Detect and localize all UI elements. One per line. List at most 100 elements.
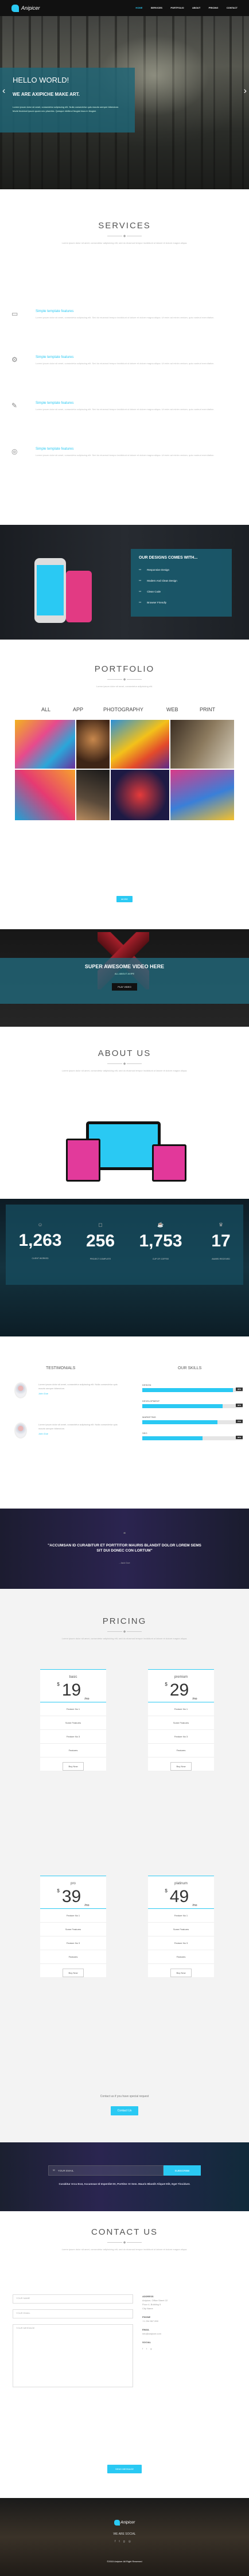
portfolio-item[interactable]: [170, 770, 234, 820]
name-field[interactable]: YOUR NAME: [13, 2294, 133, 2304]
filter-app[interactable]: APP: [73, 707, 83, 712]
portfolio-more-button[interactable]: MORE: [116, 896, 133, 902]
divider: ◆: [107, 1630, 142, 1634]
subscribe-button[interactable]: SUBSCRIBE: [164, 2165, 201, 2176]
subscribe-text: Curabitur Arcu Erat, Accumsan Id Imperdi…: [59, 2183, 190, 2185]
logo-icon[interactable]: [11, 4, 19, 12]
testimonial-name: John Doe: [38, 1392, 49, 1395]
design-section: OUR DESIGNS COMES WITH... ▭ Responsive De…: [0, 525, 249, 640]
footer-tagline: WE ARE SOCIAL: [113, 2532, 136, 2536]
check-icon: ▭: [139, 601, 142, 603]
portfolio-item[interactable]: [76, 770, 110, 820]
plan-feature: Feature No 3: [148, 1936, 214, 1950]
stat-label: CUP OF COFFEE: [152, 1258, 169, 1260]
plan-feature: Some Features: [40, 1716, 106, 1730]
quote-text: "ACCUMSAN ID CURABITUR ET PORTTITOR MAUR…: [48, 1544, 201, 1553]
service-text: Lorem ipsum dolor sit amet, consectetur …: [36, 454, 215, 457]
filter-print[interactable]: PRINT: [200, 707, 215, 712]
plan-features: Feature No 1 Some Features Feature No 3 …: [148, 1702, 214, 1757]
portfolio-item[interactable]: [15, 770, 75, 820]
portfolio-item[interactable]: [76, 720, 110, 769]
instagram-icon[interactable]: ◎: [129, 2540, 134, 2543]
testimonial-name: John Doe: [38, 1432, 49, 1435]
plan-feature: Feature No 1: [148, 1909, 214, 1923]
buy-now-button[interactable]: Buy Now: [63, 1762, 84, 1771]
video-title: SUPER AWESOME VIDEO HERE: [84, 964, 165, 969]
check-icon: ▭: [139, 568, 142, 571]
skill-label: DEVELOPMENT: [142, 1400, 160, 1402]
testimonials-title: TESTIMONIALS: [46, 1366, 76, 1370]
portfolio-item[interactable]: [170, 720, 234, 769]
email-value[interactable]: info@anipicer.com: [142, 2332, 234, 2336]
portfolio-item[interactable]: [111, 770, 169, 820]
skill-bar: 90%: [142, 1388, 243, 1392]
plan-feature: Feature No 1: [148, 1702, 214, 1716]
users-icon: ☺: [37, 1222, 43, 1227]
filter-all[interactable]: ALL: [41, 707, 50, 712]
testimonial-item: Lorem ipsum dolor sit amet, consectetur …: [14, 1423, 118, 1439]
buy-now-button[interactable]: Buy Now: [170, 1969, 192, 1977]
skill-percent: 80%: [235, 1404, 243, 1407]
google-plus-icon[interactable]: g: [123, 2540, 129, 2543]
header-bar: Anipicer HOME SERVICES PORTFOLIO ABOUT P…: [0, 0, 249, 16]
logo-icon: [114, 2520, 120, 2526]
price-card-platinum: platinum $49/mo Feature No 1 Some Featur…: [148, 1876, 214, 1977]
skill-percent: 90%: [235, 1388, 243, 1391]
filter-web[interactable]: WEB: [166, 707, 178, 712]
google-plus-icon[interactable]: g: [150, 2347, 155, 2350]
play-video-button[interactable]: PLAY VIDEO: [112, 983, 137, 991]
nav-about[interactable]: ABOUT: [192, 6, 200, 9]
video-section: SUPER AWESOME VIDEO HERE ALL ABOUT AXIPE…: [0, 929, 249, 1027]
nav-portfolio[interactable]: PORTFOLIO: [170, 6, 184, 9]
quote-section: ❝ "ACCUMSAN ID CURABITUR ET PORTTITOR MA…: [0, 1509, 249, 1589]
service-text: Lorem ipsum dolor sit amet, consectetur …: [36, 316, 215, 319]
service-title: Simple template features: [36, 310, 74, 313]
skill-fill: [142, 1404, 223, 1408]
design-box: OUR DESIGNS COMES WITH... ▭ Responsive De…: [131, 549, 232, 617]
plan-feature: Features: [40, 1950, 106, 1964]
pricing-lead: Lorem ipsum dolor sit amet, consectetur …: [61, 1637, 188, 1640]
message-field[interactable]: YOUR MESSAGE: [13, 2324, 133, 2387]
hero-box: HELLO WORLD! WE ARE AXIPICHE MAKE ART. L…: [0, 68, 135, 132]
skills-title: OUR SKILLS: [178, 1366, 202, 1370]
skill-fill: [142, 1420, 218, 1424]
video-overlay: SUPER AWESOME VIDEO HERE ALL ABOUT AXIPE…: [0, 958, 249, 1004]
stat-coffee: ☕ 1,753 CUP OF COFFEE: [138, 1222, 184, 1260]
footer-logo[interactable]: Anipicer: [0, 2520, 249, 2526]
service-item: ✎ Simple template features Lorem ipsum d…: [11, 402, 241, 411]
diamond-icon: ◆: [122, 677, 127, 681]
contact-lead: Lorem ipsum dolor sit amet, consectetur …: [61, 2248, 188, 2251]
quote-icon: ❝: [123, 1531, 126, 1537]
divider: ◆: [107, 234, 142, 238]
tools-icon: ✎: [11, 402, 18, 410]
stat-number: 256: [85, 1232, 115, 1250]
social-icons: ftg: [142, 2347, 234, 2351]
brand-name[interactable]: Anipicer: [21, 5, 40, 11]
portfolio-item[interactable]: [111, 720, 169, 769]
send-message-button[interactable]: SEND MESSAGE: [107, 2465, 142, 2473]
nav-pricing[interactable]: PRICING: [209, 6, 219, 9]
mail-icon: ✉: [53, 2169, 55, 2172]
slider-next-icon[interactable]: ›: [244, 86, 247, 96]
design-item: ▭ Clean Code: [139, 590, 161, 593]
buy-now-button[interactable]: Buy Now: [170, 1762, 192, 1771]
nav-home[interactable]: HOME: [135, 6, 142, 9]
filter-photography[interactable]: PHOTOGRAPHY: [103, 707, 143, 712]
portfolio-item[interactable]: [15, 720, 75, 769]
contact-us-button[interactable]: Contact Us: [110, 2106, 139, 2115]
stat-number: 1,753: [139, 1232, 182, 1250]
footer-brand: Anipicer: [120, 2520, 135, 2525]
stat-number: 1,263: [18, 1231, 62, 1250]
stat-label: CLIENT WORKED: [32, 1257, 49, 1260]
nav-services[interactable]: SERVICES: [151, 6, 162, 9]
twitter-icon[interactable]: t: [119, 2540, 123, 2543]
email-field[interactable]: ✉ YOUR EMAIL: [48, 2165, 164, 2176]
slider-prev-icon[interactable]: ‹: [2, 86, 5, 96]
email-field[interactable]: YOUR EMAIL: [13, 2309, 133, 2318]
address-title: ADDRESS: [142, 2295, 154, 2298]
diamond-icon: ◆: [122, 1062, 127, 1066]
nav-contact[interactable]: CONTACT: [227, 6, 238, 9]
buy-now-button[interactable]: Buy Now: [63, 1969, 84, 1977]
portfolio-filters: ALL APP PHOTOGRAPHY WEB PRINT: [0, 707, 249, 715]
plan-price: 19: [61, 1681, 81, 1700]
